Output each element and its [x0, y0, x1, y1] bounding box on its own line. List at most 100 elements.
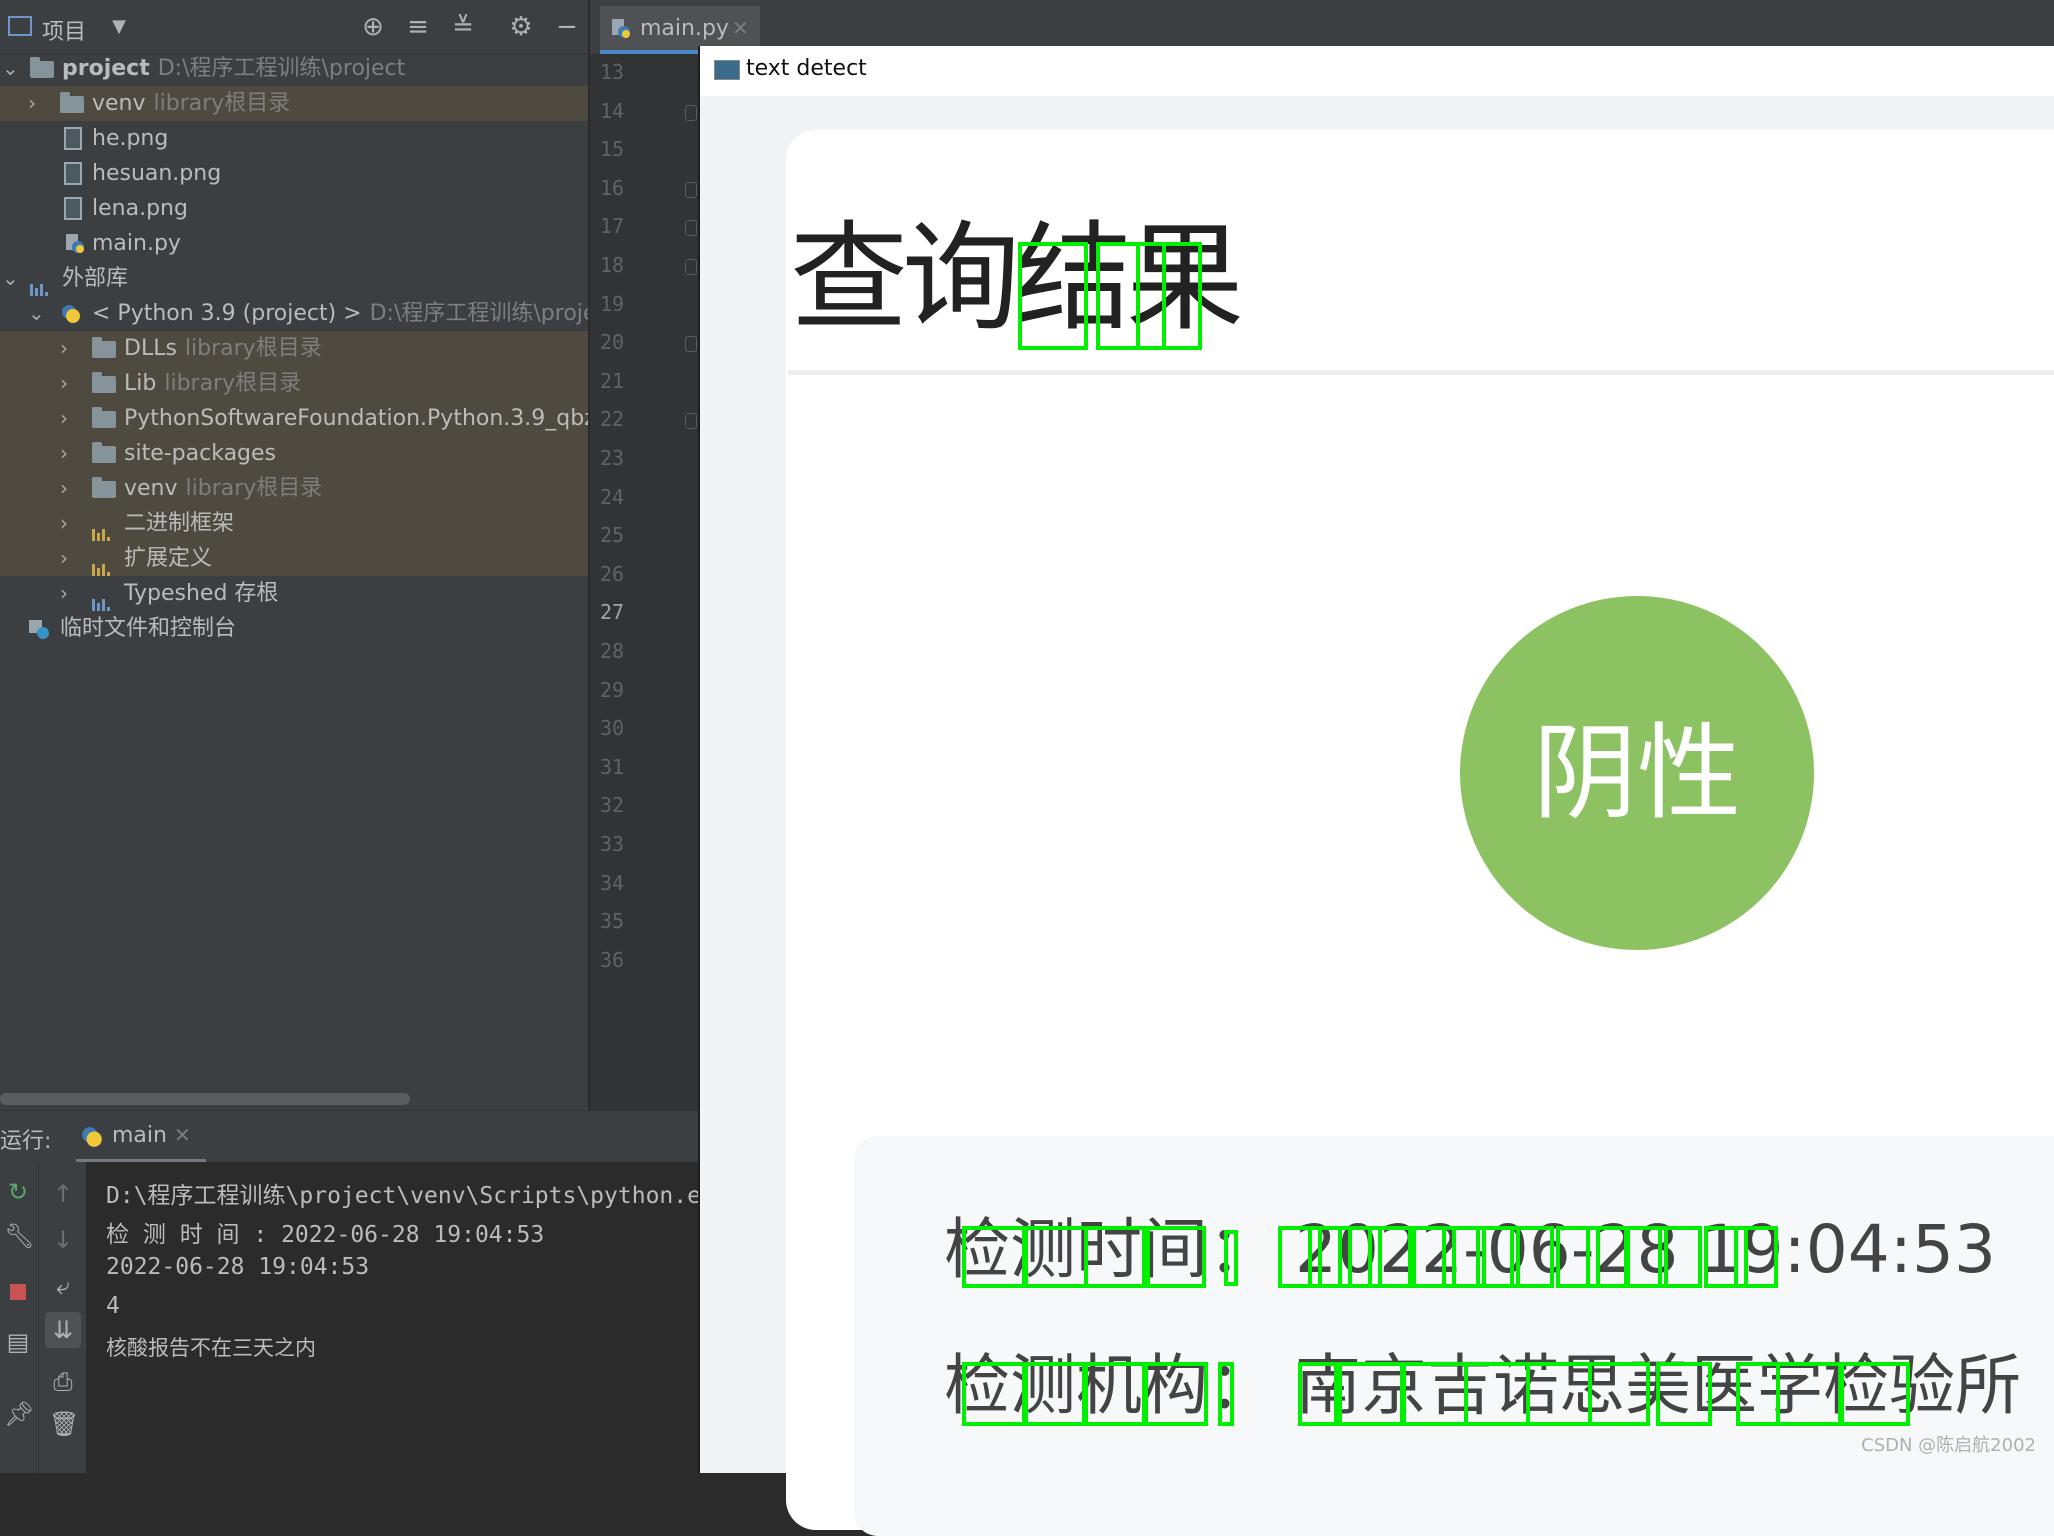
- tree-item-python-sdk[interactable]: ⌄ < Python 3.9 (project) > D:\程序工程训练\proj…: [0, 296, 588, 331]
- detection-box: [1298, 1362, 1338, 1426]
- project-toolbar: 项目 ▼ ⊕ ≡ ≚ ⚙ −: [0, 0, 588, 55]
- detection-box: [1658, 1226, 1702, 1288]
- console-line: 核酸报告不在三天之内: [106, 1336, 316, 1360]
- folder-icon: [92, 442, 116, 463]
- detection-box: [1136, 242, 1202, 350]
- tree-item-psf[interactable]: › PythonSoftwareFoundation.Python.3.9_qb…: [0, 401, 588, 436]
- tab-label: main.py: [640, 16, 729, 41]
- tree-item-binaries[interactable]: › 二进制框架: [0, 506, 588, 541]
- detection-box: [1082, 1362, 1148, 1426]
- library-icon: [30, 269, 54, 296]
- rerun-icon[interactable]: ↻: [4, 1180, 32, 1204]
- line-number: 14: [600, 98, 625, 123]
- run-toolbar-right: ↑ ↓ ⤶ ⇊ ⎙ 🗑︎: [39, 1162, 86, 1473]
- collapse-all-icon[interactable]: ≚: [450, 14, 476, 40]
- detection-box: [1840, 1362, 1910, 1426]
- project-view-icon[interactable]: [8, 16, 32, 36]
- tree-item-venv[interactable]: › venv library根目录: [0, 86, 588, 121]
- chevron-down-icon[interactable]: ▼: [106, 14, 132, 40]
- stop-icon[interactable]: [10, 1284, 26, 1300]
- minimize-icon[interactable]: −: [554, 14, 580, 40]
- line-number: 27: [600, 600, 625, 625]
- run-tab-main[interactable]: main ✕: [76, 1111, 206, 1163]
- tree-item-file[interactable]: lena.png: [0, 191, 588, 226]
- fold-marker-icon[interactable]: [685, 259, 697, 275]
- up-arrow-icon[interactable]: ↑: [49, 1182, 77, 1206]
- tree-item-file[interactable]: main.py: [0, 226, 588, 261]
- close-icon[interactable]: ✕: [732, 16, 749, 40]
- print-icon[interactable]: ⎙: [49, 1370, 77, 1394]
- expand-all-icon[interactable]: ≡: [405, 14, 431, 40]
- watermark: CSDN @陈启航2002: [1861, 1435, 2036, 1456]
- detection-box: [1368, 1226, 1412, 1288]
- console-line: 2022-06-28 19:04:53: [106, 1254, 370, 1280]
- tree-item-scratches[interactable]: 临时文件和控制台: [0, 611, 588, 646]
- tree-item-extensions[interactable]: › 扩展定义: [0, 541, 588, 576]
- detection-box: [1142, 1362, 1208, 1426]
- detection-box: [1464, 1362, 1530, 1426]
- fold-marker-icon[interactable]: [685, 181, 697, 198]
- tree-item-file[interactable]: he.png: [0, 121, 588, 156]
- detection-box: [1338, 1362, 1404, 1426]
- scroll-to-end-icon[interactable]: ⇊: [45, 1312, 81, 1348]
- library-icon: [92, 514, 116, 541]
- divider: [788, 370, 2054, 375]
- python-file-icon: [612, 19, 630, 38]
- tree-item-project[interactable]: ⌄ project D:\程序工程训练\project: [0, 51, 588, 86]
- line-number: 32: [600, 793, 625, 818]
- locate-icon[interactable]: ⊕: [360, 14, 386, 40]
- wrench-icon[interactable]: 🔧︎: [4, 1224, 34, 1248]
- fold-marker-icon[interactable]: [685, 104, 697, 121]
- fold-marker-icon[interactable]: [685, 413, 697, 430]
- console-line: D:\程序工程训练\project\venv\Scripts\python.e: [106, 1183, 700, 1209]
- run-toolbar-left: ↻ 🔧︎ ▤ 📌︎: [0, 1162, 39, 1473]
- status-badge: 阴性: [1460, 596, 1814, 950]
- fold-marker-icon[interactable]: [685, 220, 697, 237]
- down-arrow-icon[interactable]: ↓: [49, 1228, 77, 1252]
- text-detect-window[interactable]: text detect 查询结果 阴性 检测时间： 2022-06-28 19:…: [698, 46, 2054, 1536]
- line-number: 26: [600, 561, 625, 586]
- run-panel-header: 运行: main ✕: [0, 1110, 700, 1163]
- run-label: 运行:: [0, 1129, 52, 1154]
- detection-box: [1526, 1362, 1592, 1426]
- python-icon: [82, 1127, 102, 1147]
- tree-item-lib[interactable]: › Lib library根目录: [0, 366, 588, 401]
- pin-icon[interactable]: 📌︎: [4, 1402, 34, 1426]
- gear-icon[interactable]: ⚙: [508, 14, 534, 40]
- detection-box: [1218, 1362, 1234, 1426]
- line-number: 24: [600, 484, 625, 509]
- line-number: 29: [600, 677, 625, 702]
- horizontal-scrollbar[interactable]: [0, 1093, 410, 1105]
- layout-icon[interactable]: ▤: [4, 1330, 32, 1354]
- tree-item-venv-lib[interactable]: › venv library根目录: [0, 471, 588, 506]
- console-line: 检 测 时 间 : 2022-06-28 19:04:53: [106, 1222, 545, 1248]
- console-output[interactable]: D:\程序工程训练\project\venv\Scripts\python.e …: [86, 1162, 700, 1473]
- detection-box: [962, 1362, 1028, 1426]
- trash-icon[interactable]: 🗑︎: [49, 1412, 79, 1436]
- tree-item-site-packages[interactable]: › site-packages: [0, 436, 588, 471]
- fold-marker-icon[interactable]: [685, 336, 697, 353]
- line-number: 19: [600, 291, 625, 316]
- tree-item-typeshed[interactable]: › Typeshed 存根: [0, 576, 588, 611]
- tree-item-dlls[interactable]: › DLLs library根目录: [0, 331, 588, 366]
- detection-box: [1084, 1226, 1150, 1288]
- console-line: 4: [106, 1293, 120, 1319]
- project-panel-title[interactable]: 项目: [42, 14, 86, 46]
- library-icon: [92, 584, 116, 611]
- window-icon: [714, 60, 740, 80]
- line-number: 30: [600, 716, 625, 741]
- line-number: 36: [600, 947, 625, 972]
- detection-box: [1022, 1226, 1088, 1288]
- detection-box: [1510, 1226, 1554, 1288]
- detection-box: [1224, 1230, 1238, 1286]
- folder-icon: [60, 92, 84, 113]
- tree-item-external-libs[interactable]: ⌄ 外部库: [0, 261, 588, 296]
- close-icon[interactable]: ✕: [174, 1123, 191, 1147]
- detection-box: [1588, 1362, 1650, 1426]
- window-titlebar[interactable]: text detect: [700, 46, 2054, 96]
- python-icon: [62, 305, 80, 323]
- tree-item-file[interactable]: hesuan.png: [0, 156, 588, 191]
- soft-wrap-icon[interactable]: ⤶: [49, 1274, 77, 1298]
- line-number: 13: [600, 60, 625, 84]
- detection-box: [1656, 1362, 1712, 1426]
